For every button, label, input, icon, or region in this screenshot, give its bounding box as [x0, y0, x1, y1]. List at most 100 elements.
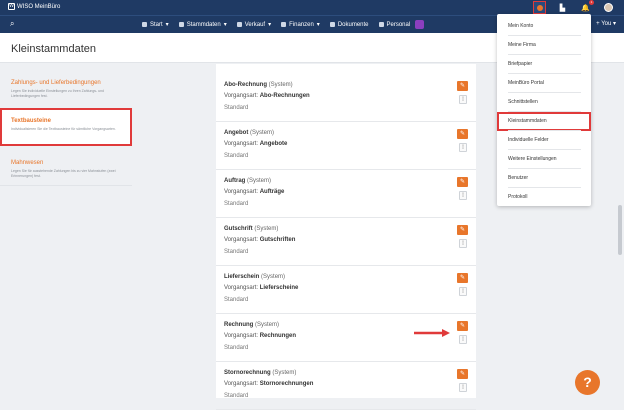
row-type: Vorgangsart: Abo-Rechnungen — [224, 93, 310, 99]
nav-item-stammdaten[interactable]: Stammdaten ▾ — [178, 20, 227, 29]
menu-item-benutzer[interactable]: Benutzer — [497, 169, 591, 188]
app-logo[interactable]: W WISO MeinBüro — [8, 3, 60, 10]
nav-item-finanzen[interactable]: Finanzen ▾ — [281, 20, 320, 29]
trash-icon: ▯ — [461, 144, 465, 150]
delete-button[interactable]: ▯ — [459, 95, 467, 104]
edit-button[interactable]: ✎ — [457, 273, 468, 283]
row-type: Vorgangsart: Lieferscheine — [224, 285, 298, 291]
trash-icon: ▯ — [461, 288, 465, 294]
edit-button[interactable]: ✎ — [457, 81, 468, 91]
menu-item-briefpapier[interactable]: Briefpapier — [497, 55, 591, 74]
nav-items: Start ▾ Stammdaten ▾ Verkauf ▾ Finanzen ▾ Dokume… — [142, 20, 425, 29]
row-type-label: Vorgangsart: — [224, 285, 259, 291]
edit-button[interactable]: ✎ — [457, 177, 468, 187]
row-type-label: Vorgangsart: — [224, 237, 259, 243]
trash-icon: ▯ — [461, 384, 465, 390]
row-title: Auftrag (System) — [224, 178, 271, 184]
menu-item-kleinstammdaten[interactable]: Kleinstammdaten — [497, 112, 591, 131]
delete-button[interactable]: ▯ — [459, 143, 467, 152]
row-type-label: Vorgangsart: — [224, 141, 259, 147]
menu-item-schnittstellen[interactable]: Schnittstellen — [497, 93, 591, 112]
delete-button[interactable]: ▯ — [459, 335, 467, 344]
edit-button[interactable]: ✎ — [457, 225, 468, 235]
sidebar-item-title: Mahnwesen — [11, 160, 44, 166]
nav-item-dokumente[interactable]: Dokumente — [329, 20, 369, 29]
nav-item-verkauf[interactable]: Verkauf ▾ — [236, 20, 271, 29]
table-row: Abo-Rechnung (System) Vorgangsart: Abo-Re… — [216, 74, 476, 122]
delete-button[interactable]: ▯ — [459, 383, 467, 392]
menu-item-label: Kleinstammdaten — [508, 118, 547, 124]
sidebar-item-textbausteine[interactable]: Textbausteine Individualisieren Sie die … — [0, 108, 132, 146]
menu-item-protokoll[interactable]: Protokoll — [497, 188, 591, 207]
menu-item-label: Benutzer — [508, 175, 529, 181]
settings-gear-icon[interactable] — [533, 1, 546, 14]
top-icons: ▙ 🔔 1 — [533, 0, 614, 14]
top-bar: W WISO MeinBüro ▙ 🔔 1 — [0, 0, 624, 15]
folder-icon — [329, 22, 335, 27]
notification-bell-icon[interactable]: 🔔 1 — [580, 0, 594, 13]
nav-item-start[interactable]: Start ▾ — [142, 20, 169, 29]
help-button[interactable]: ? — [575, 370, 600, 395]
row-type: Vorgangsart: Aufträge — [224, 189, 284, 195]
user-avatar[interactable] — [603, 2, 614, 13]
sidebar-item-zahlungsbedingungen[interactable]: Zahlungs- und Lieferbedingungen Legen Si… — [0, 70, 132, 110]
row-type-label: Vorgangsart: — [224, 189, 259, 195]
trash-icon: ▯ — [461, 336, 465, 342]
personal-badge-icon — [415, 20, 425, 29]
edit-button[interactable]: ✎ — [457, 369, 468, 379]
scrollbar[interactable] — [618, 205, 622, 255]
row-type-value: Aufträge — [259, 189, 285, 195]
sidebar: Zahlungs- und Lieferbedingungen Legen Si… — [0, 64, 132, 398]
textbausteine-list: Abo-Rechnung (System) Vorgangsart: Abo-Re… — [216, 64, 476, 410]
personal-icon — [378, 22, 384, 27]
table-row: Rechnung (System) Vorgangsart: Rechnungen… — [216, 314, 476, 362]
settings-dropdown-menu: Mein Konto Meine Firma Briefpapier MeinBüro… — [497, 14, 591, 206]
menu-item-label: Protokoll — [508, 194, 528, 200]
delete-button[interactable]: ▯ — [459, 191, 467, 200]
bank-icon — [281, 22, 287, 27]
menu-item-meine-firma[interactable]: Meine Firma — [497, 36, 591, 55]
row-tag: (System) — [247, 178, 272, 184]
row-standard: Standard — [224, 153, 249, 159]
table-row: Stornorechnung (System) Vorgangsart: Stor… — [216, 362, 476, 410]
delete-button[interactable]: ▯ — [459, 239, 467, 248]
row-tag: (System) — [255, 322, 280, 328]
trash-icon: ▯ — [461, 96, 465, 102]
sidebar-item-desc: Legen Sie für ausstehende Zahlungen bis … — [11, 169, 116, 178]
notification-badge: 1 — [589, 0, 594, 5]
nav-item-label: Verkauf — [244, 21, 266, 28]
nav-item-label: Start — [150, 21, 163, 28]
pencil-icon: ✎ — [459, 131, 466, 137]
edit-button[interactable]: ✎ — [457, 129, 468, 139]
company-icon[interactable]: ▙ — [557, 2, 568, 13]
menu-item-weitere-einstellungen[interactable]: Weitere Einstellungen — [497, 150, 591, 169]
pencil-icon: ✎ — [459, 371, 466, 377]
sidebar-item-title: Textbausteine — [11, 118, 51, 124]
edit-button[interactable]: ✎ — [457, 321, 468, 331]
row-tag: (System) — [268, 82, 293, 88]
table-row: Auftrag (System) Vorgangsart: Aufträge Sta… — [216, 170, 476, 218]
document-icon — [236, 22, 242, 27]
row-name: Stornorechnung — [224, 370, 271, 376]
row-standard: Standard — [224, 201, 249, 207]
menu-item-meinb-ro-portal[interactable]: MeinBüro Portal — [497, 74, 591, 93]
menu-item-mein-konto[interactable]: Mein Konto — [497, 17, 591, 36]
row-type-value: Abo-Rechnungen — [259, 93, 310, 99]
chevron-down-icon: ▾ — [316, 22, 320, 28]
row-name: Abo-Rechnung — [224, 82, 267, 88]
nav-item-personal[interactable]: Personal — [378, 20, 425, 29]
row-type-value: Lieferscheine — [259, 285, 299, 291]
row-standard: Standard — [224, 105, 249, 111]
row-type-value: Gutschriften — [259, 237, 296, 243]
sidebar-item-title: Zahlungs- und Lieferbedingungen — [11, 80, 101, 86]
nav-user-menu[interactable]: + You ▾ — [596, 20, 616, 27]
menu-item-individuelle-felder[interactable]: Individuelle Felder — [497, 131, 591, 150]
row-type: Vorgangsart: Gutschriften — [224, 237, 295, 243]
red-arrow-icon — [414, 329, 450, 337]
row-standard: Standard — [224, 249, 249, 255]
row-standard: Standard — [224, 393, 249, 399]
search-icon[interactable]: ⌕ — [10, 19, 14, 29]
logo-text: WISO MeinBüro — [17, 3, 61, 10]
sidebar-item-mahnwesen[interactable]: Mahnwesen Legen Sie für ausstehende Zahl… — [0, 150, 132, 186]
delete-button[interactable]: ▯ — [459, 287, 467, 296]
